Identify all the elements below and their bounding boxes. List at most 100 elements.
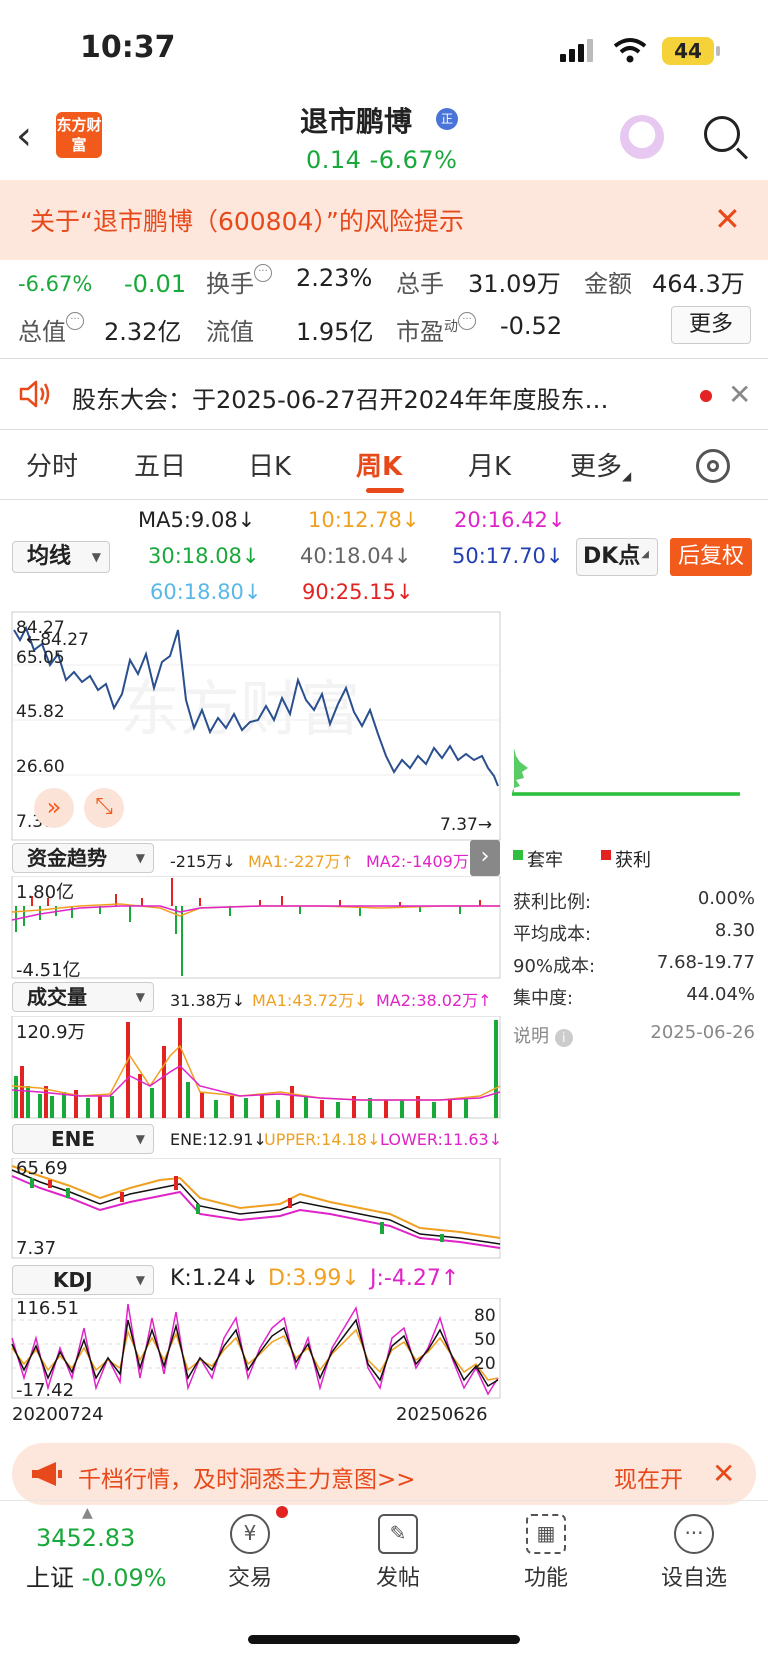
fund-trend-select[interactable]: 资金趋势 ▼ bbox=[12, 843, 154, 873]
chevron-down-icon: ▼ bbox=[135, 851, 145, 865]
info-icon[interactable]: ··· bbox=[458, 312, 476, 330]
divider bbox=[0, 499, 768, 500]
ad-text[interactable]: 千档行情，及时洞悉主力意图>> bbox=[78, 1460, 416, 1494]
index-value[interactable]: 3452.83 bbox=[36, 1524, 135, 1552]
divider bbox=[0, 1500, 768, 1501]
ene-value: ENE:12.91↓ bbox=[170, 1130, 267, 1149]
risk-text[interactable]: 关于“退市鹏博（600804）”的风险提示 bbox=[30, 202, 464, 238]
ene-select[interactable]: ENE ▼ bbox=[12, 1124, 154, 1154]
volume-top-label: 120.9万 bbox=[16, 1022, 86, 1043]
fund-top-label: 1.80亿 bbox=[16, 882, 75, 903]
tab-weekly-k[interactable]: 周K bbox=[356, 446, 402, 483]
ma5-value: MA5:9.08↓ bbox=[138, 508, 256, 532]
tab-daily-k[interactable]: 日K bbox=[248, 446, 291, 483]
end-date: 20250626 bbox=[396, 1404, 488, 1425]
stock-name[interactable]: 退市鹏博 bbox=[300, 100, 412, 140]
search-icon[interactable] bbox=[704, 116, 740, 152]
mktcap-value: 2.32亿 bbox=[104, 318, 182, 346]
ma10-value: 10:12.78↓ bbox=[308, 508, 420, 532]
high-marker: ←84.27 bbox=[26, 630, 89, 650]
chevron-down-icon: ▼ bbox=[135, 990, 145, 1004]
unread-dot bbox=[276, 1506, 288, 1518]
stock-change: 0.14 -6.67% bbox=[306, 146, 458, 174]
kdj-bottom-label: -17.42 bbox=[16, 1380, 75, 1401]
volume-value: 31.09万 bbox=[468, 270, 561, 298]
indicator-select[interactable]: 均线 ▼ bbox=[12, 541, 110, 573]
kdj-level-20: 20 bbox=[474, 1354, 496, 1374]
kdj-k: K:1.24↓ bbox=[170, 1266, 260, 1291]
chevron-down-icon: ▼ bbox=[135, 1273, 145, 1287]
tab-monthly-k[interactable]: 月K bbox=[468, 446, 511, 483]
trapped-legend-swatch bbox=[513, 850, 523, 860]
ene-bottom-label: 7.37 bbox=[16, 1238, 57, 1259]
ene-top-label: 65.69 bbox=[16, 1158, 68, 1179]
volume-ma2: MA2:38.02万↑ bbox=[376, 991, 492, 1010]
volume-select[interactable]: 成交量 ▼ bbox=[12, 982, 154, 1012]
signal-icon bbox=[560, 39, 593, 62]
more-dots-icon: ··· bbox=[674, 1514, 714, 1554]
wifi-icon bbox=[613, 38, 647, 63]
robot-assistant-icon[interactable] bbox=[620, 115, 664, 159]
battery-icon: 44 bbox=[662, 37, 714, 65]
caret-icon: ◢ bbox=[641, 549, 649, 560]
info-icon[interactable]: ··· bbox=[66, 312, 84, 330]
more-button[interactable]: 更多 bbox=[671, 306, 751, 344]
float-label: 流值 bbox=[206, 318, 254, 346]
info-icon[interactable]: ··· bbox=[254, 264, 272, 282]
fullscreen-icon[interactable]: ⤡ bbox=[84, 788, 124, 828]
pe-value: -0.52 bbox=[500, 312, 563, 340]
close-icon[interactable]: ✕ bbox=[728, 378, 751, 411]
price-axis-label: 45.82 bbox=[16, 702, 65, 722]
mktcap-label: 总值 ··· bbox=[18, 312, 84, 347]
battery-tip bbox=[716, 46, 720, 56]
ene-lower: LOWER:11.63↓ bbox=[380, 1130, 503, 1149]
chip-row-concentration: 集中度: 44.04% bbox=[513, 984, 755, 1009]
kdj-select[interactable]: KDJ ▼ bbox=[12, 1265, 154, 1295]
adjusted-price-button[interactable]: 后复权 bbox=[670, 538, 752, 576]
nav-trade[interactable]: ¥ 交易 bbox=[190, 1508, 310, 1592]
expand-left-icon[interactable]: » bbox=[34, 788, 74, 828]
nav-post[interactable]: ✎ 发帖 bbox=[338, 1508, 458, 1592]
info-icon[interactable]: i bbox=[554, 1029, 573, 1047]
gear-icon[interactable] bbox=[696, 449, 730, 483]
start-date: 20200724 bbox=[12, 1404, 104, 1425]
fund-ma2: MA2:-1409万↑ bbox=[366, 852, 483, 871]
nav-add-watchlist[interactable]: ··· 设自选 bbox=[634, 1508, 754, 1592]
chevron-down-icon: ▼ bbox=[91, 550, 101, 564]
watermark: 东方财富 bbox=[120, 675, 360, 745]
megaphone-icon bbox=[32, 1462, 62, 1486]
home-indicator bbox=[248, 1635, 520, 1644]
grid-icon: ▦ bbox=[526, 1514, 566, 1554]
ma50-value: 50:17.70↓ bbox=[452, 544, 564, 568]
status-time: 10:37 bbox=[80, 30, 176, 65]
chip-row-profit-ratio: 获利比例: 0.00% bbox=[513, 888, 755, 913]
speaker-icon bbox=[19, 380, 50, 408]
chevron-right-icon[interactable]: › bbox=[470, 840, 500, 876]
chip-row-90-cost: 90%成本: 7.68-19.77 bbox=[513, 952, 755, 977]
divider bbox=[0, 429, 768, 430]
float-value: 1.95亿 bbox=[296, 318, 374, 346]
badge-icon: 正 bbox=[436, 108, 458, 130]
price-axis-label: 65.05 bbox=[16, 648, 65, 668]
ad-action[interactable]: 现在开 bbox=[614, 1460, 683, 1494]
tab-more[interactable]: 更多◢ bbox=[570, 446, 631, 483]
low-marker: 7.37→ bbox=[440, 815, 493, 835]
tab-five-day[interactable]: 五日 bbox=[134, 446, 186, 483]
notice-text[interactable]: 股东大会：于2025-06-27召开2024年年度股东… bbox=[72, 380, 609, 415]
close-icon[interactable]: ✕ bbox=[712, 1457, 735, 1490]
close-icon[interactable]: ✕ bbox=[714, 200, 741, 238]
tab-intraday[interactable]: 分时 bbox=[26, 446, 78, 483]
amount-label: 金额 bbox=[584, 270, 632, 298]
kdj-level-50: 50 bbox=[474, 1330, 496, 1350]
chip-row-note[interactable]: 说明 i 2025-06-26 bbox=[513, 1022, 755, 1048]
volume-ma1: MA1:43.72万↓ bbox=[252, 991, 368, 1010]
back-icon[interactable]: ‹ bbox=[16, 112, 52, 160]
fund-ma1: MA1:-227万↑ bbox=[248, 852, 355, 871]
index-name[interactable]: 上证 -0.09% bbox=[26, 1558, 167, 1593]
ene-upper: UPPER:14.18↓ bbox=[264, 1130, 381, 1149]
dk-point-select[interactable]: DK点 ◢ bbox=[576, 538, 658, 576]
amount-value: 464.3万 bbox=[652, 270, 745, 298]
nav-function[interactable]: ▦ 功能 bbox=[486, 1508, 606, 1592]
profit-legend-swatch bbox=[601, 850, 611, 860]
kdj-j: J:-4.27↑ bbox=[370, 1266, 460, 1291]
